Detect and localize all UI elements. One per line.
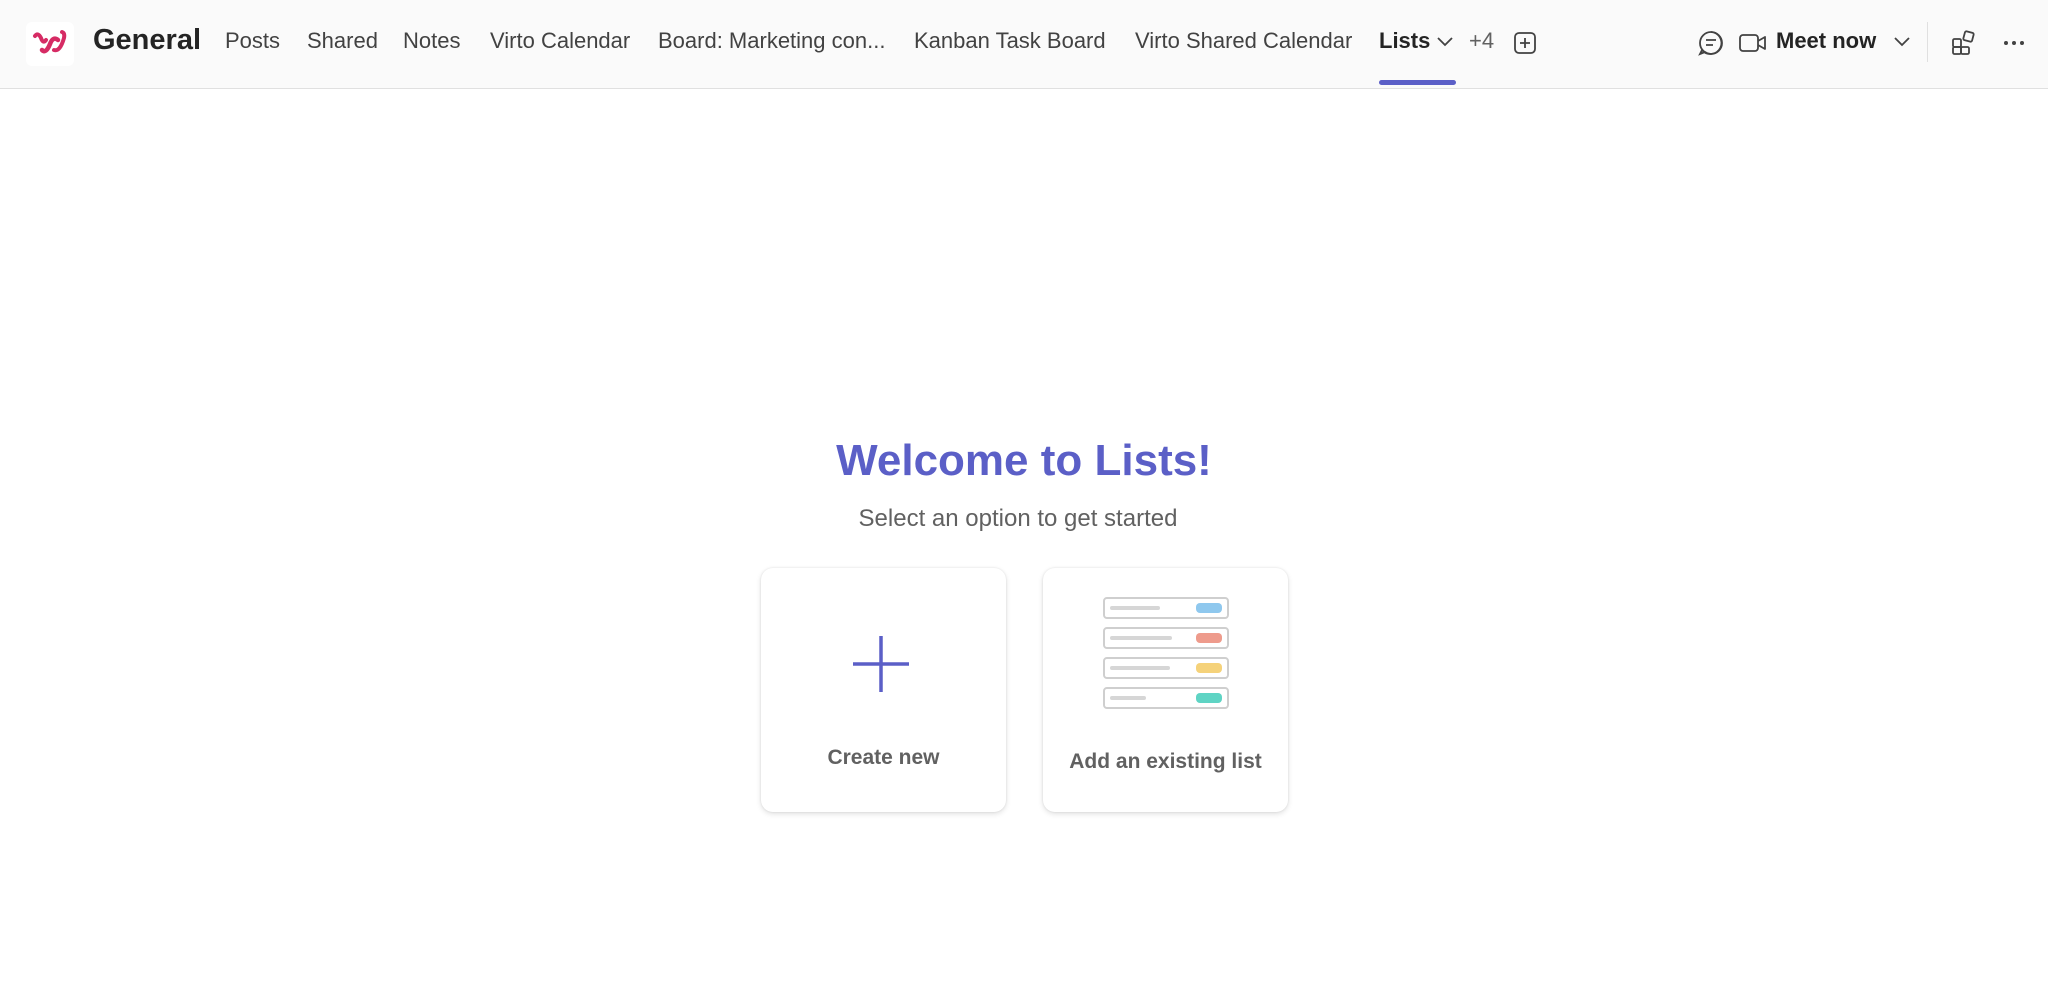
chevron-down-icon[interactable] <box>1433 30 1457 54</box>
welcome-title: Welcome to Lists! <box>836 436 1212 485</box>
add-existing-list-label: Add an existing list <box>1069 750 1262 773</box>
more-icon[interactable] <box>2000 29 2028 57</box>
tabs-overflow-count[interactable]: +4 <box>1469 28 1494 54</box>
meet-now-chevron-icon[interactable] <box>1890 30 1914 54</box>
tab-notes[interactable]: Notes <box>403 28 460 54</box>
create-new-card[interactable]: Create new <box>761 568 1006 812</box>
active-tab-indicator <box>1379 80 1456 85</box>
apps-icon[interactable] <box>1950 29 1978 57</box>
list-illustration-icon <box>1102 596 1230 712</box>
tab-lists[interactable]: Lists <box>1379 28 1430 54</box>
tab-shared[interactable]: Shared <box>307 28 378 54</box>
chat-icon[interactable] <box>1697 29 1725 57</box>
channel-header: General Posts Shared Notes Virto Calenda… <box>0 0 2048 89</box>
create-new-label: Create new <box>827 746 940 769</box>
tab-posts[interactable]: Posts <box>225 28 280 54</box>
plus-icon <box>851 634 911 694</box>
tab-virto-calendar[interactable]: Virto Calendar <box>490 28 630 54</box>
video-camera-icon[interactable] <box>1738 31 1768 55</box>
add-existing-list-card[interactable]: Add an existing list <box>1043 568 1288 812</box>
tab-virto-shared-calendar[interactable]: Virto Shared Calendar <box>1135 28 1352 54</box>
tab-board-marketing[interactable]: Board: Marketing con... <box>658 28 885 54</box>
welcome-subtitle: Select an option to get started <box>858 505 1178 532</box>
tab-kanban-task-board[interactable]: Kanban Task Board <box>914 28 1106 54</box>
channel-title: General <box>93 24 201 56</box>
header-divider <box>1927 22 1928 62</box>
meet-now-button[interactable]: Meet now <box>1776 28 1876 54</box>
app-logo-icon[interactable] <box>26 22 74 66</box>
add-tab-icon[interactable] <box>1512 30 1538 56</box>
